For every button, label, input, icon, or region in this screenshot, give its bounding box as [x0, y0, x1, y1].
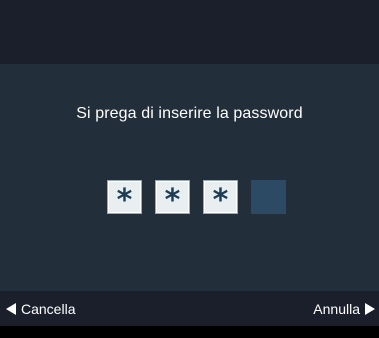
bottom-strip — [0, 326, 379, 338]
annulla-button[interactable]: Annulla — [313, 291, 375, 326]
footer-bar: Cancella Annulla — [0, 291, 379, 326]
cancella-button[interactable]: Cancella — [6, 291, 75, 326]
header-bar — [0, 0, 379, 64]
pin-digit-4-cursor — [251, 180, 286, 214]
pin-digit-2: * — [155, 180, 190, 218]
password-screen: Si prega di inserire la password * * * C… — [0, 0, 379, 338]
password-dialog: Si prega di inserire la password * * * — [0, 64, 379, 291]
pin-mask-3: * — [212, 183, 229, 218]
password-prompt: Si prega di inserire la password — [76, 105, 303, 122]
pin-digit-3: * — [203, 180, 238, 218]
pin-digit-1: * — [107, 180, 142, 218]
triangle-right-icon — [365, 302, 375, 315]
pin-mask-1: * — [116, 183, 133, 218]
pin-mask-2: * — [164, 183, 181, 218]
annulla-label: Annulla — [313, 300, 360, 317]
cancella-label: Cancella — [21, 300, 76, 317]
triangle-left-icon — [6, 302, 16, 315]
